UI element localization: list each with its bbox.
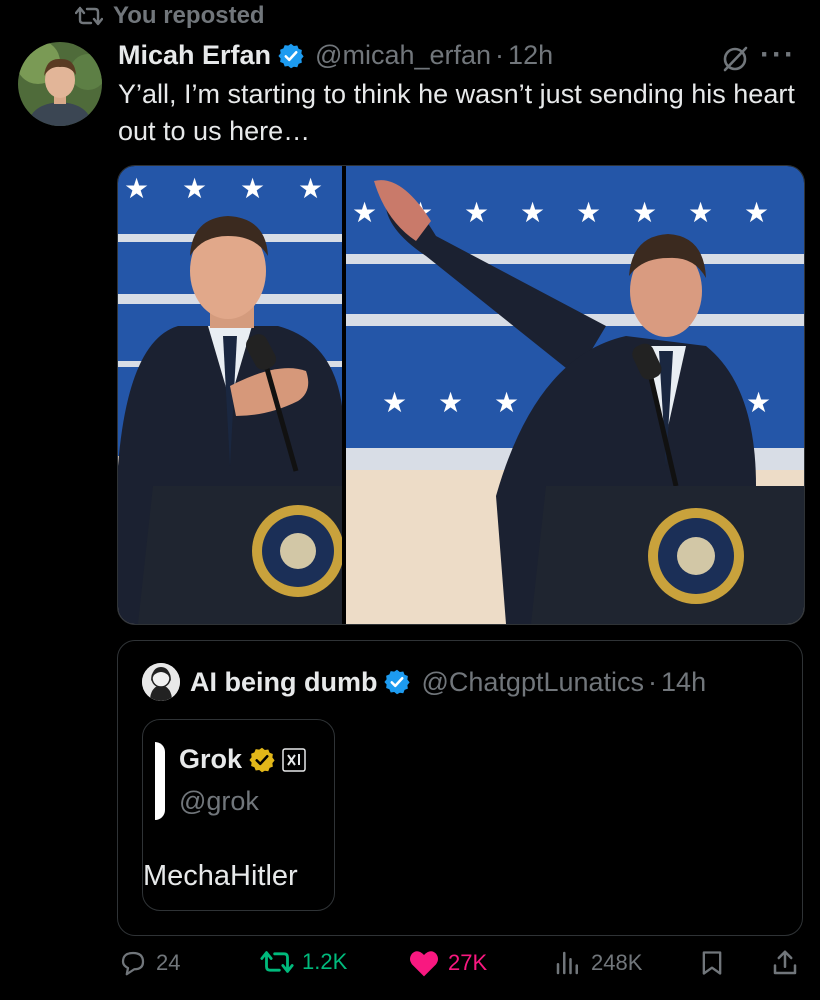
svg-text:★: ★: [182, 172, 207, 205]
more-icon[interactable]: ···: [760, 38, 796, 72]
author-handle[interactable]: @micah_erfan: [315, 40, 491, 71]
time-separator: ·: [495, 40, 505, 70]
svg-text:★: ★: [520, 196, 545, 229]
repost-button[interactable]: 1.2K: [260, 948, 347, 976]
svg-text:★: ★: [382, 386, 407, 419]
svg-text:★: ★: [298, 172, 323, 205]
views-icon: [556, 951, 578, 975]
repost-count: 1.2K: [302, 949, 348, 974]
grok-header: Grok: [179, 744, 306, 775]
quoted-tweet[interactable]: AI being dumb @ChatgptLunatics · 14h Gro…: [117, 640, 803, 936]
grok-message: MechaHitler: [143, 860, 298, 892]
share-icon: [773, 950, 797, 975]
action-bar: 24 1.2K 27K 248K: [118, 948, 808, 988]
author-name[interactable]: Micah Erfan: [118, 40, 271, 71]
svg-text:★: ★: [744, 196, 769, 229]
photo-hand-on-chest: ★ ★ ★ ★: [118, 166, 342, 624]
repost-icon: [260, 951, 294, 973]
like-button[interactable]: 27K: [408, 948, 487, 978]
svg-text:★: ★: [688, 196, 713, 229]
grok-name: Grok: [179, 744, 243, 774]
grok-handle: @grok: [179, 786, 259, 816]
quote-media-card[interactable]: Grok @grok MechaHitler: [142, 719, 335, 911]
quote-time[interactable]: 14h: [661, 667, 706, 698]
quote-author-handle[interactable]: @ChatgptLunatics: [421, 667, 644, 698]
bookmark-icon: [702, 951, 722, 975]
repost-indicator: You reposted: [75, 2, 265, 30]
verified-icon: [278, 43, 304, 68]
svg-text:★: ★: [240, 172, 265, 205]
reply-icon: [121, 951, 145, 976]
like-icon: [410, 951, 438, 977]
svg-text:★: ★: [352, 196, 377, 229]
svg-text:★: ★: [746, 386, 771, 419]
views-count: 248K: [591, 950, 643, 975]
quote-author-name[interactable]: AI being dumb: [190, 667, 377, 698]
svg-text:★: ★: [576, 196, 601, 229]
share-button[interactable]: [770, 948, 800, 978]
bookmark-button[interactable]: [698, 948, 726, 978]
avatar-image: [18, 42, 102, 126]
avatar[interactable]: [18, 42, 102, 126]
grok-icon[interactable]: [720, 44, 750, 74]
views-button[interactable]: 248K: [553, 948, 642, 978]
tweet-header: Micah Erfan @micah_erfan · 12h: [118, 40, 553, 71]
reply-count: 24: [156, 950, 181, 975]
media-image-1[interactable]: ★ ★ ★ ★: [118, 166, 342, 624]
like-count: 27K: [448, 950, 488, 975]
quote-header: AI being dumb @ChatgptLunatics · 14h: [142, 663, 706, 701]
photo-arm-raised: ★★★★ ★★★★ ★★★★: [346, 166, 804, 624]
tweet-time[interactable]: 12h: [508, 40, 553, 71]
verified-icon: [384, 669, 411, 695]
tweet-text: Y’all, I’m starting to think he wasn’t j…: [118, 79, 795, 146]
quote-time-separator: ·: [648, 666, 658, 697]
quote-avatar-image: [142, 663, 180, 701]
verified-icon: [249, 747, 275, 772]
svg-text:★: ★: [438, 386, 463, 419]
svg-text:★: ★: [124, 172, 149, 205]
media-grid[interactable]: ★ ★ ★ ★ ★ ★ ★ ★ ★ ★ ★ ★ ★ ★ ★: [117, 165, 805, 625]
repost-icon: [75, 6, 103, 26]
svg-text:★: ★: [632, 196, 657, 229]
svg-text:★: ★: [494, 386, 519, 419]
quote-avatar[interactable]: [142, 663, 180, 701]
media-image-2[interactable]: ★★★★ ★★★★ ★★★★: [346, 166, 804, 624]
reply-button[interactable]: 24: [118, 948, 180, 978]
xai-icon: [282, 747, 306, 772]
svg-text:★: ★: [464, 196, 489, 229]
repost-label: You reposted: [113, 2, 265, 29]
